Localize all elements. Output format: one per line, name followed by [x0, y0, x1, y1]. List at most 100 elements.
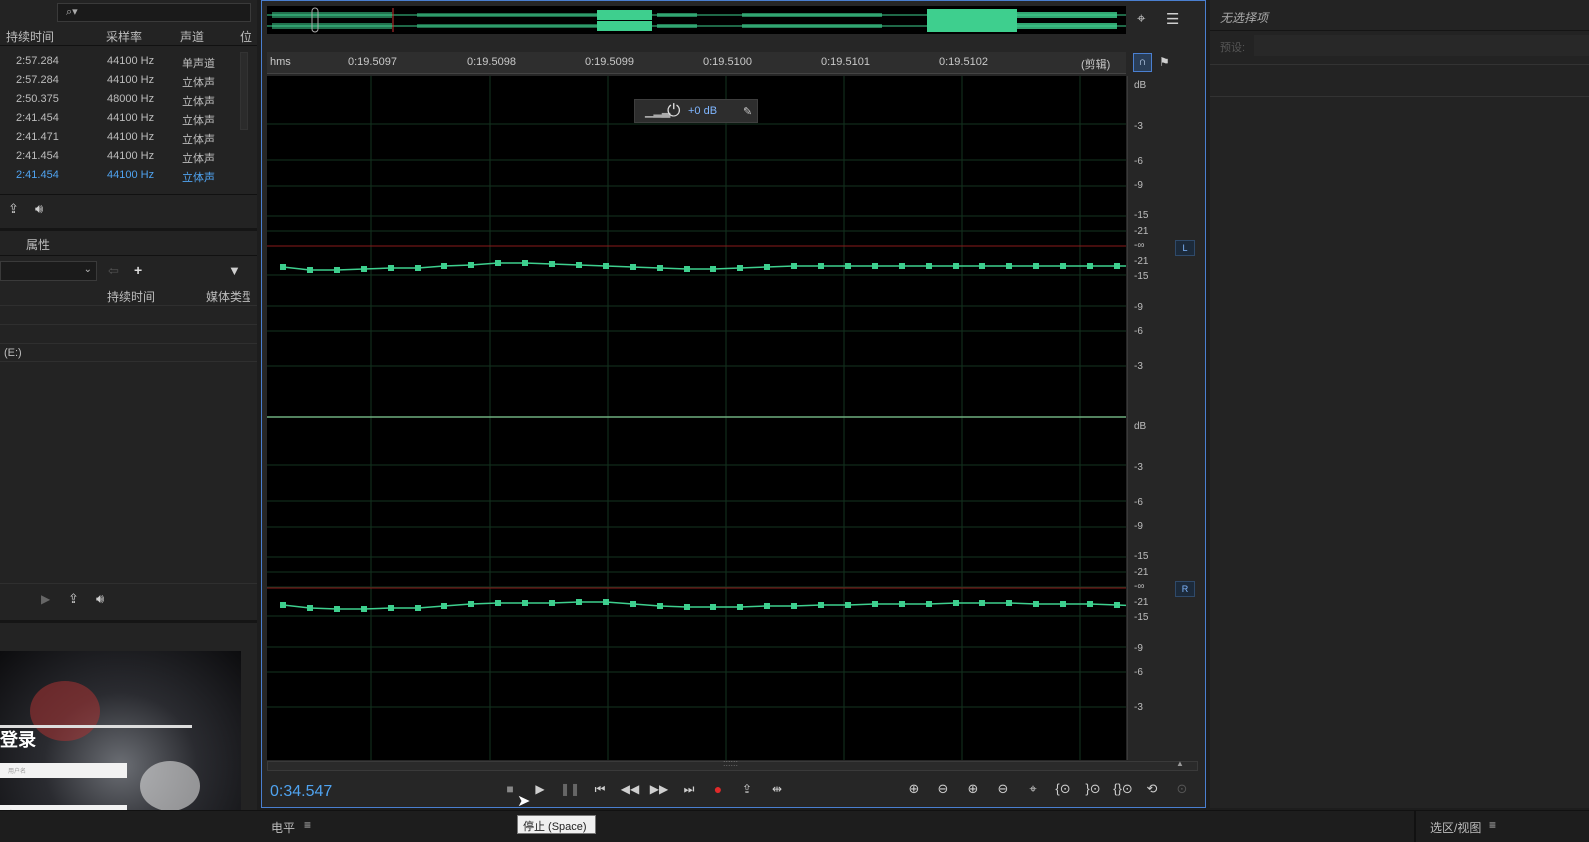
zoom-out-amplitude-icon[interactable]: ⊖: [931, 780, 955, 798]
back-icon[interactable]: ⇦: [108, 263, 119, 279]
left-channel-sample-point: [388, 265, 394, 271]
gain-hud[interactable]: ▁▂▃ ⏻ +0 dB ✎: [634, 99, 758, 123]
play-preview-icon[interactable]: ▶: [41, 592, 50, 606]
overview-svg: [267, 6, 1126, 34]
right-channel-sample-point: [388, 605, 394, 611]
file-row[interactable]: 2:50.375 48000 Hz 立体声: [0, 90, 240, 109]
file-row[interactable]: 2:41.471 44100 Hz 立体声: [0, 128, 240, 147]
left-channel-sample-point: [737, 265, 743, 271]
marker-icon[interactable]: ⚑: [1159, 55, 1170, 69]
left-channel-sample-point: [1114, 263, 1120, 269]
zoom-selection-icon[interactable]: {}⊙: [1111, 780, 1135, 798]
right-channel-sample-point: [441, 603, 447, 609]
channel-r-badge[interactable]: R: [1175, 581, 1195, 597]
go-to-start-button[interactable]: ⏮: [589, 781, 611, 797]
tab-selection-view[interactable]: 选区/视图: [1430, 819, 1481, 836]
fast-forward-button[interactable]: ▶▶: [648, 781, 670, 797]
db-scale-label: -9: [1134, 302, 1143, 313]
selection-menu-icon[interactable]: ≡: [1489, 818, 1496, 832]
time-ruler[interactable]: hms 0:19.5097 0:19.5098 0:19.5099 0:19.5…: [267, 52, 1126, 74]
right-channel-sample-point: [1060, 601, 1066, 607]
skip-selection-button[interactable]: ⇹: [766, 781, 788, 797]
hud-gain-value[interactable]: +0 dB: [688, 105, 717, 117]
scroll-grip-icon: ::::::: [723, 758, 739, 768]
file-samplerate: 44100 Hz: [107, 131, 155, 143]
db-scale-label: dB: [1134, 80, 1147, 91]
media-col-type[interactable]: 媒体类型: [206, 288, 250, 305]
left-channel-sample-point: [1060, 263, 1066, 269]
preset-field[interactable]: [1254, 35, 1589, 56]
channel-l-badge[interactable]: L: [1175, 240, 1195, 256]
right-channel-sample-point: [468, 601, 474, 607]
left-channel-sample-point: [1033, 263, 1039, 269]
horizontal-scrollbar[interactable]: :::::: ▲: [267, 758, 1198, 771]
current-time[interactable]: 0:34.547: [270, 783, 332, 801]
left-channel-sample-point: [657, 265, 663, 271]
file-row[interactable]: 2:41.454 44100 Hz 立体声: [0, 166, 240, 185]
scroll-up-icon[interactable]: ▲: [1176, 759, 1184, 768]
right-channel-sample-point: [818, 602, 824, 608]
file-row[interactable]: 2:41.454 44100 Hz 立体声: [0, 147, 240, 166]
zoom-in-time-icon[interactable]: ⊕: [961, 780, 985, 798]
file-samplerate: 44100 Hz: [107, 112, 155, 124]
insert-icon[interactable]: ⇪: [8, 201, 19, 217]
file-duration: 2:57.284: [16, 74, 59, 86]
pin-icon[interactable]: ✎: [743, 105, 752, 118]
left-channel-sample-point: [1006, 263, 1012, 269]
search-icon: ⌕▾: [66, 6, 78, 18]
list-view-icon[interactable]: ☰: [1166, 10, 1179, 28]
file-samplerate: 44100 Hz: [107, 169, 155, 181]
right-channel-sample-point: [361, 606, 367, 612]
file-row[interactable]: 2:57.284 44100 Hz 立体声: [0, 71, 240, 90]
ruler-tick: 0:19.5098: [467, 56, 516, 68]
levels-menu-icon[interactable]: ≡: [304, 818, 311, 832]
drive-item[interactable]: (E:): [4, 347, 22, 359]
monitor-icon[interactable]: ∩: [1133, 53, 1152, 72]
media-location-dropdown[interactable]: ⌄: [0, 261, 97, 281]
waveform-area[interactable]: [267, 76, 1147, 760]
zoom-in-amplitude-icon[interactable]: ⊕: [902, 780, 926, 798]
ruler-tick: 0:19.5102: [939, 56, 988, 68]
left-channel-sample-point: [872, 263, 878, 269]
db-scale-label: -15: [1134, 210, 1149, 221]
db-scale-label: -3: [1134, 702, 1143, 713]
autoplay-media-icon[interactable]: 🔊︎: [96, 591, 104, 607]
zoom-full-icon[interactable]: ⌖: [1021, 780, 1045, 798]
zoom-overview-icon[interactable]: ⌖: [1137, 10, 1145, 27]
panel-title: 无选择项: [1220, 11, 1269, 25]
play-button[interactable]: ▶: [529, 781, 551, 797]
file-row[interactable]: 2:41.454 44100 Hz 立体声: [0, 109, 240, 128]
loop-output-button[interactable]: ⇪: [736, 781, 758, 797]
right-channel-sample-point: [1033, 601, 1039, 607]
zoom-in-point-icon[interactable]: {⊙: [1051, 780, 1075, 798]
record-button[interactable]: ●: [707, 781, 729, 797]
col-channels[interactable]: 声道: [180, 28, 204, 46]
files-scrollbar[interactable]: [240, 52, 248, 130]
gain-knob-icon[interactable]: ⏻: [667, 101, 680, 121]
tab-levels[interactable]: 电平: [271, 819, 295, 836]
col-samplerate[interactable]: 采样率: [106, 28, 142, 46]
tab-properties[interactable]: 属性: [26, 236, 50, 253]
col-duration[interactable]: 持续时间: [6, 28, 54, 46]
rewind-button[interactable]: ◀◀: [619, 781, 641, 797]
insert-media-icon[interactable]: ⇪: [68, 591, 79, 607]
pause-button[interactable]: ❚❚: [559, 781, 581, 797]
right-channel-sample-point: [979, 600, 985, 606]
overview-waveform[interactable]: [267, 6, 1126, 34]
col-bits[interactable]: 位: [240, 28, 252, 46]
zoom-out-point-icon[interactable]: }⊙: [1081, 780, 1105, 798]
left-channel-sample-point: [899, 263, 905, 269]
autoplay-icon[interactable]: 🔊︎: [35, 201, 43, 217]
left-channel-sample-point: [926, 263, 932, 269]
left-channel-sample-point: [441, 263, 447, 269]
zoom-disabled-icon[interactable]: ⊙: [1170, 780, 1194, 798]
media-col-duration[interactable]: 持续时间: [107, 288, 155, 305]
zoom-out-time-icon[interactable]: ⊖: [991, 780, 1015, 798]
left-channel-sample-point: [791, 263, 797, 269]
zoom-reset-icon[interactable]: ⟲: [1140, 780, 1164, 798]
filter-icon[interactable]: ▼: [228, 263, 241, 278]
files-search-input[interactable]: ⌕▾: [57, 3, 251, 22]
file-row[interactable]: 2:57.284 44100 Hz 单声道: [0, 52, 240, 71]
go-to-end-button[interactable]: ⏭: [678, 781, 700, 797]
add-icon[interactable]: +: [134, 262, 142, 278]
